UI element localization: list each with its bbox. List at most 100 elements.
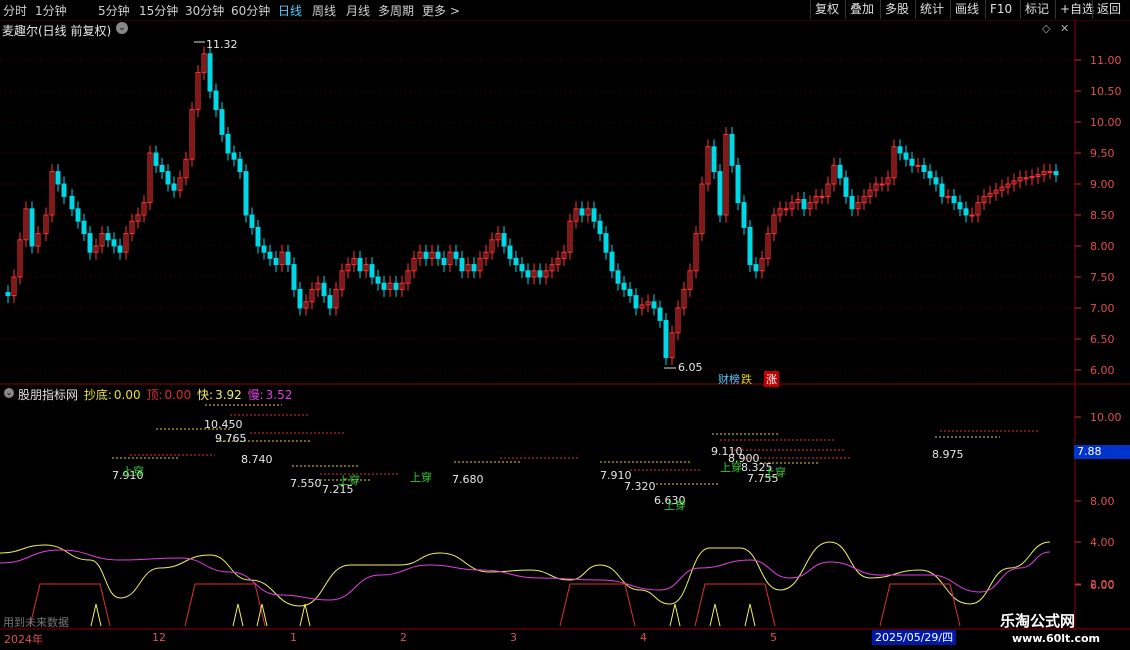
candle-body [471,264,477,272]
chevron-down-icon[interactable]: ⌄ [116,22,128,34]
candle-body [651,301,657,309]
candle-body [453,251,459,259]
candle-body [255,226,261,247]
candle-body [717,171,723,216]
cross-up-label: 上穿 [764,466,786,479]
candle-body [1053,171,1059,176]
candle-body [501,233,507,247]
candle-body [915,164,921,167]
axis-tick-label: 10.00 [1090,411,1122,424]
chart-canvas[interactable]: 11.0010.5010.009.509.008.508.007.507.006… [0,0,1130,650]
diamond-icon[interactable]: ◇ [1042,22,1050,35]
candle-body [969,214,975,217]
price-axis: 11.00 10.50 10.00 9.50 9.00 8.50 8.00 7.50 7.00 6… [1075,54,1122,377]
candle-body [297,288,303,309]
ind-price-tag: 8.740 [241,453,273,466]
candle-body [5,292,11,297]
candle-body [375,276,381,284]
axis-tick-label: 10.50 [1090,85,1122,98]
candle-body [273,257,279,266]
candle-body [219,109,225,135]
candle-body [747,226,753,266]
candle-body [579,208,585,216]
kuai-label: 快: [197,388,214,402]
candle-body [909,158,915,166]
low-price-label: 6.05 [678,361,703,374]
candle-body [621,282,627,290]
chaodi-value: 0.00 [113,388,141,402]
main-grid [0,59,1075,371]
candle-body [159,164,165,173]
time-axis-label: 3 [510,631,517,644]
axis-tick-label: 11.00 [1090,54,1122,67]
time-axis-label: 2024年 [4,633,43,646]
top-signal [90,603,102,627]
candle-body [55,171,61,185]
axis-tick-label: 6.00 [1090,364,1115,377]
candle-body [657,307,663,321]
axis-tick-label: 8.50 [1090,209,1115,222]
bottom-signal [559,583,636,627]
ind-price-tag: 10.450 [204,418,243,431]
axis-tick-label: 9.50 [1090,147,1115,160]
limit-up-badge: 涨 [764,371,779,387]
ind-price-tag: 9.765 [215,432,247,445]
time-axis-label: 12 [152,631,166,644]
candle-body [105,233,111,241]
candle-body [171,183,177,191]
candle-body [153,152,159,166]
candle-body [903,152,909,160]
axis-tick-label: 8.00 [1090,495,1115,508]
ind-price-tag: 7.680 [452,473,484,486]
candle-body [87,233,93,253]
ding-value: 0.00 [164,388,192,402]
candle-body [81,220,87,235]
time-axis-label: 2 [400,631,407,644]
man-label: 慢: [247,388,264,402]
candle-body [213,90,219,111]
candle-body [879,183,885,186]
candle-body [393,282,399,290]
candle-body [237,158,243,173]
candle-body [207,53,213,92]
candle-body [591,208,597,222]
candle-body [225,133,231,154]
candle-body [615,270,621,284]
candle-body [261,245,267,253]
axis-tick-label: 2.00 [1090,578,1115,591]
candle-body [165,171,171,185]
axis-tick-label: 9.00 [1090,178,1115,191]
high-price-label: 11.32 [206,38,238,51]
indicator-axis: 10.008.006.004.002.00 [1075,411,1122,592]
candle-body [513,257,519,266]
candle-body [75,208,81,222]
candle-body [69,195,75,210]
candle-body [837,164,843,179]
ind-price-tag: 7.320 [624,480,656,493]
slow-line [0,549,1051,601]
candle-body [603,233,609,253]
candle-body [1023,177,1029,180]
candle-body [459,257,465,272]
candle-body [729,133,735,166]
candle-body [327,295,333,309]
candle-body [753,264,759,272]
candle-body [945,195,951,198]
candle-body [597,220,603,235]
top-signal [232,603,244,627]
axis-tick-label: 4.00 [1090,536,1115,549]
candle-body [849,195,855,210]
candle-body [897,146,903,154]
candle-body [933,177,939,185]
candle-body [525,270,531,278]
chevron-down-icon[interactable]: ⌄ [4,388,14,398]
selected-date: 2025/05/29/四 [872,630,957,645]
cross-up-label: 上穿 [338,474,360,487]
bottom-signal [184,583,266,627]
candle-body [663,319,669,359]
candle-body [111,239,117,247]
close-icon[interactable]: ✕ [1060,22,1069,35]
candle-body [519,264,525,272]
cross-up-label: 上穿 [122,465,144,478]
cross-up-label: 上穿 [664,499,686,512]
